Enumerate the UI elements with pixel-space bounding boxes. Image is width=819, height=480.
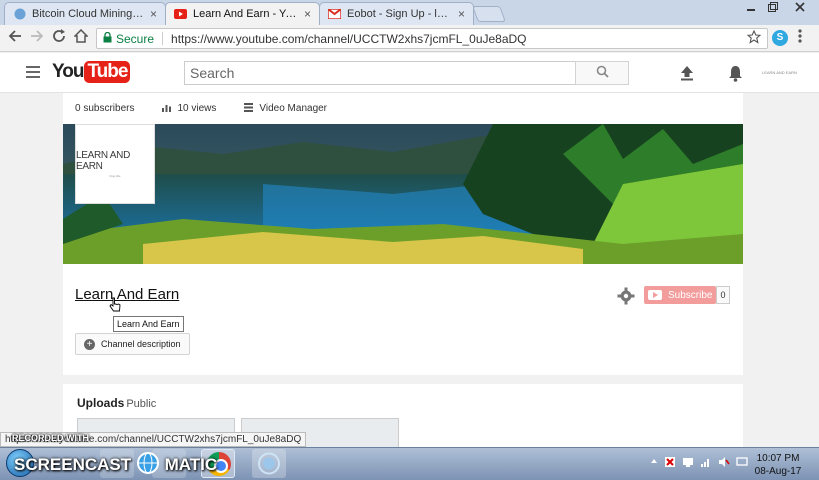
tray-signal-icon[interactable] [700, 456, 712, 471]
video-manager-link[interactable]: Video Manager [244, 102, 328, 115]
avatar-subtitle-text: blog.title [109, 174, 121, 178]
divider [162, 32, 164, 45]
channel-settings-gear-icon[interactable] [617, 287, 635, 305]
tab-bitcoin[interactable]: Bitcoin Cloud Mining and × [4, 2, 166, 25]
clock-time: 10:07 PM [756, 453, 800, 464]
watermark-suffix-text: MATIC [164, 454, 218, 474]
tab-youtube[interactable]: Learn And Earn - YouTub × [165, 2, 320, 25]
clock-date: 08-Aug-17 [754, 466, 802, 477]
system-tray [650, 456, 748, 471]
bookmark-star-icon[interactable] [746, 29, 762, 47]
gmail-icon [328, 8, 341, 21]
close-tab-icon[interactable]: × [304, 7, 311, 21]
uploads-label: Uploads [77, 396, 125, 410]
lake-forest-landscape [63, 124, 743, 264]
subscribe-label: Subscribe [668, 289, 713, 301]
youtube-logo[interactable]: You Tube [52, 61, 131, 83]
tab-title: Bitcoin Cloud Mining and [32, 8, 144, 20]
views-count-text: 10 views [177, 103, 217, 114]
views-stat: 10 views [162, 103, 216, 115]
tray-network-icon[interactable] [682, 456, 694, 471]
back-icon[interactable] [6, 29, 24, 47]
video-manager-icon [244, 102, 254, 115]
channel-stats-bar: 0 subscribers 10 views Video Manager [63, 93, 743, 124]
guide-menu-icon[interactable] [26, 66, 40, 81]
youtube-play-icon [648, 290, 662, 300]
uploads-heading: Uploads Public [77, 396, 156, 410]
tray-flag-icon[interactable] [664, 456, 676, 471]
lock-icon [103, 31, 112, 46]
channel-name-link[interactable]: Learn And Earn [75, 286, 179, 303]
youtube-header: You Tube Search LEARN AND EARN [0, 53, 819, 93]
subscriber-count-text: 0 subscribers [75, 103, 135, 114]
screencast-o-matic-watermark: SCREENCAST MATIC [14, 451, 217, 480]
address-bar[interactable]: Secure https://www.youtube.com/channel/U… [96, 28, 768, 49]
channel-avatar[interactable]: LEARN AND EARN blog.title [75, 124, 155, 204]
new-tab-button[interactable] [472, 6, 506, 22]
channel-name-tooltip: Learn And Earn [113, 316, 184, 332]
forward-icon[interactable] [28, 29, 46, 47]
close-tab-icon[interactable]: × [458, 7, 465, 21]
subscribe-button[interactable]: Subscribe [644, 286, 716, 304]
uploads-visibility: Public [126, 398, 157, 410]
upload-icon[interactable] [680, 65, 694, 81]
browser-menu-icon[interactable] [797, 28, 803, 47]
subscriber-stat: 0 subscribers [75, 103, 134, 114]
taskbar-clock[interactable]: 10:07 PM 08-Aug-17 [748, 452, 808, 478]
tab-eobot[interactable]: Eobot - Sign Up - learna × [319, 2, 474, 25]
globe-icon [136, 451, 160, 480]
channel-banner-image: LEARN AND EARN blog.title [63, 124, 743, 264]
plus-icon: + [84, 338, 95, 350]
skype-extension-icon[interactable]: S [772, 30, 788, 46]
window-close-icon[interactable] [793, 1, 807, 16]
tab-title: Eobot - Sign Up - learna [347, 8, 452, 20]
close-tab-icon[interactable]: × [150, 7, 157, 21]
watermark-text: SCREENCAST [14, 454, 132, 474]
account-avatar[interactable]: LEARN AND EARN [762, 70, 797, 75]
search-button[interactable] [575, 61, 629, 85]
channel-header-card: 0 subscribers 10 views Video Manager LEA… [63, 93, 743, 375]
search-input[interactable]: Search [184, 61, 576, 85]
url-text[interactable]: https://www.youtube.com/channel/UCCTW2xh… [171, 32, 526, 46]
browser-toolbar: Secure https://www.youtube.com/channel/U… [0, 25, 819, 52]
notifications-bell-icon[interactable] [728, 64, 743, 82]
home-icon[interactable] [72, 28, 90, 47]
bitcoin-icon [13, 8, 26, 21]
recorded-with-watermark: RECORDED WITH [12, 433, 89, 443]
tab-title: Learn And Earn - YouTub [193, 8, 298, 20]
bar-chart-icon [162, 103, 172, 115]
minimize-icon[interactable] [745, 1, 757, 16]
tray-volume-muted-icon[interactable] [718, 456, 730, 471]
video-manager-label: Video Manager [259, 103, 328, 114]
avatar-title-text: LEARN AND EARN [76, 150, 130, 172]
tray-arrow-icon[interactable] [650, 456, 658, 471]
tray-display-icon[interactable] [736, 456, 748, 471]
taskbar-app-screencast[interactable] [252, 449, 286, 478]
browser-tab-strip: Bitcoin Cloud Mining and × Learn And Ear… [0, 0, 819, 25]
secure-label: Secure [116, 31, 155, 46]
subscriber-count-badge: 0 [716, 286, 730, 304]
logo-tube: Tube [84, 61, 131, 83]
reload-icon[interactable] [50, 29, 68, 47]
channel-description-button[interactable]: + Channel description [75, 333, 190, 355]
restore-icon[interactable] [767, 1, 779, 16]
search-icon [596, 65, 609, 81]
youtube-icon [174, 8, 187, 21]
hand-cursor-icon [109, 297, 121, 316]
channel-description-label: Channel description [101, 339, 181, 349]
logo-you: You [52, 61, 85, 82]
